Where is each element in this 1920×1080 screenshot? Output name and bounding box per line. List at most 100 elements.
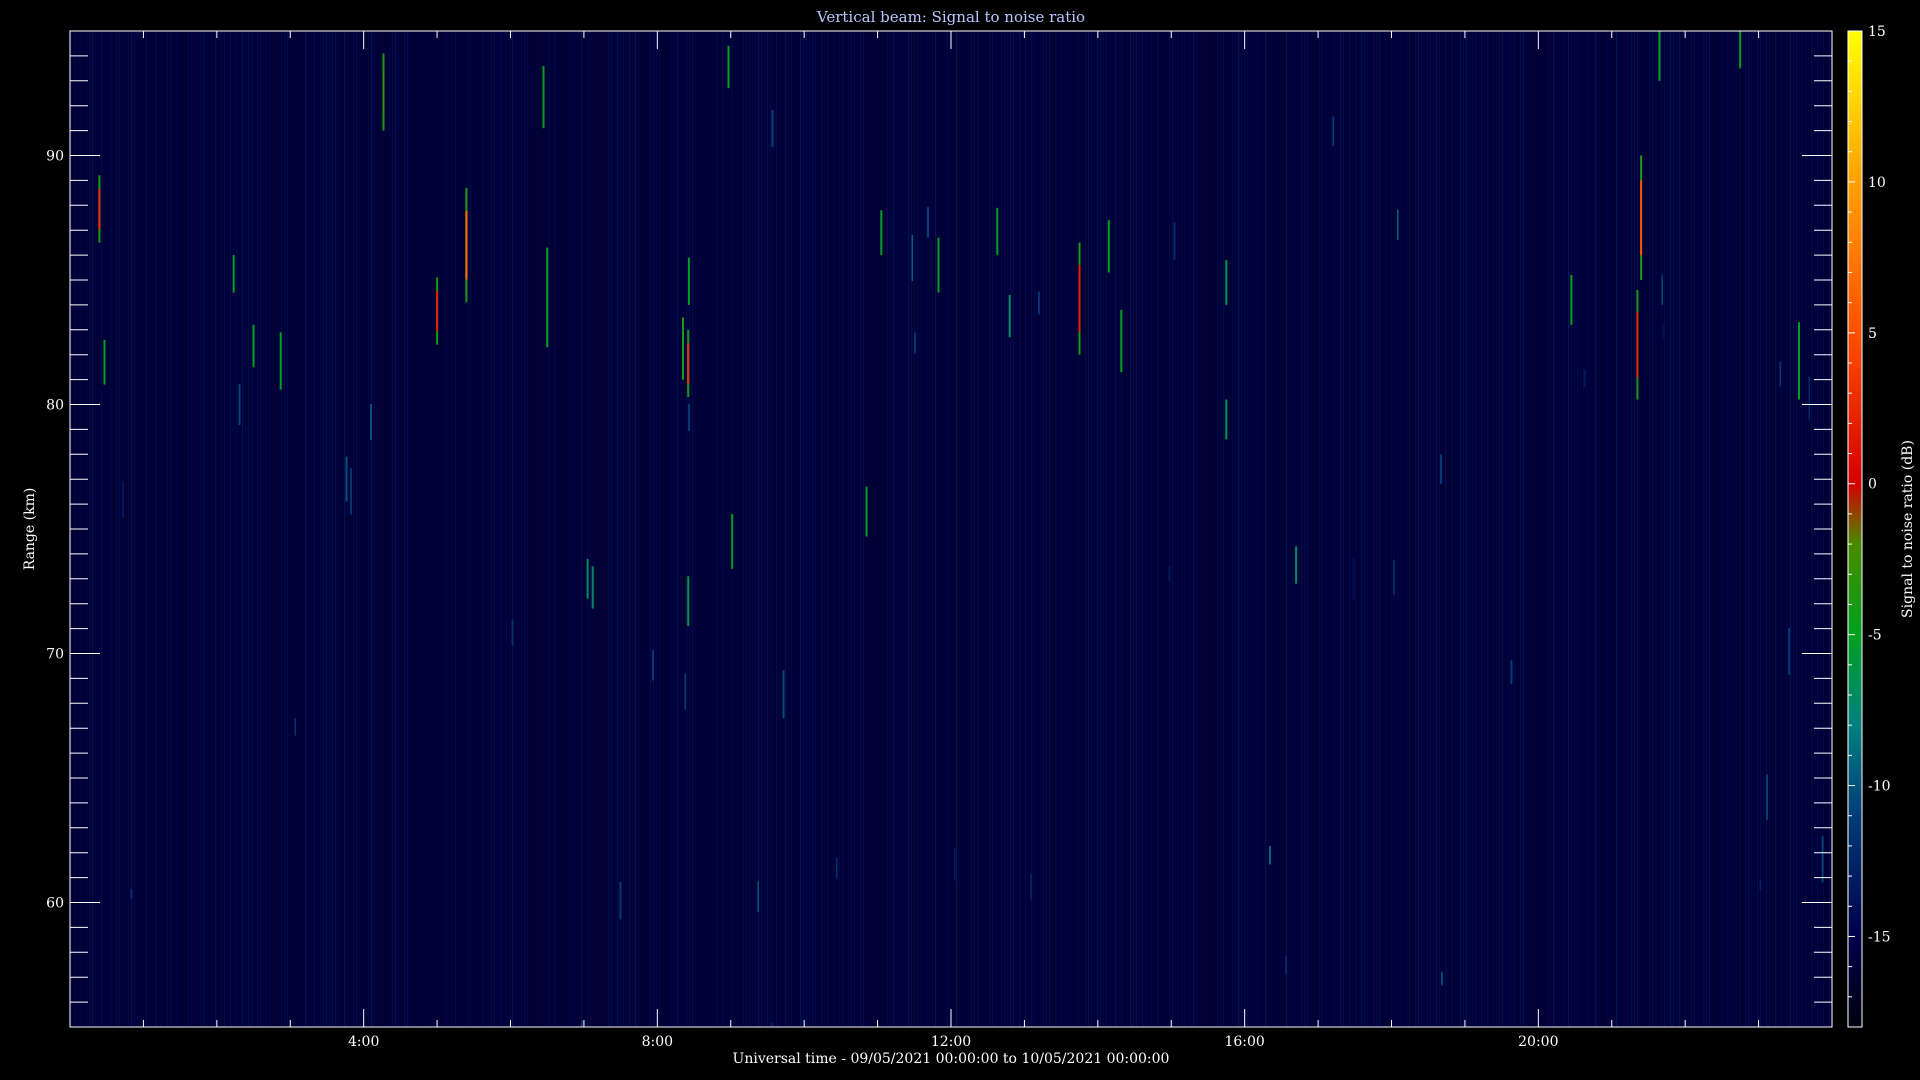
noise-column	[1496, 31, 1498, 1027]
noise-speckle	[1583, 369, 1586, 387]
noise-column	[89, 31, 91, 1027]
noise-column	[1343, 31, 1345, 1027]
noise-column	[278, 31, 280, 1027]
noise-column	[1418, 31, 1420, 1027]
noise-column	[1661, 31, 1663, 1027]
noise-speckle	[911, 235, 913, 281]
echo-streak	[546, 247, 549, 348]
noise-column	[1454, 31, 1456, 1027]
noise-column	[1718, 31, 1720, 1027]
colorbar-tick-label: 5	[1868, 326, 1877, 342]
noise-column	[524, 31, 526, 1027]
noise-column	[632, 31, 634, 1027]
noise-column	[782, 31, 784, 1027]
noise-column	[251, 31, 253, 1027]
noise-column	[875, 31, 877, 1027]
noise-column	[1082, 31, 1084, 1027]
noise-column	[644, 31, 646, 1027]
noise-column	[1154, 31, 1156, 1027]
noise-column	[500, 31, 502, 1027]
noise-column	[1322, 31, 1324, 1027]
noise-column	[1340, 31, 1342, 1027]
noise-column	[773, 31, 775, 1027]
noise-column	[284, 31, 286, 1027]
noise-column	[1292, 31, 1294, 1027]
noise-column	[662, 31, 664, 1027]
noise-column	[1676, 31, 1678, 1027]
noise-column	[803, 31, 805, 1027]
noise-column	[1781, 31, 1783, 1027]
noise-column	[1598, 31, 1600, 1027]
noise-column	[296, 31, 298, 1027]
y-tick-label: 70	[46, 647, 64, 663]
noise-column	[1445, 31, 1447, 1027]
noise-speckle	[771, 110, 774, 147]
colorbar-tick-label: 0	[1868, 477, 1877, 493]
noise-speckle	[581, 1021, 583, 1027]
noise-column	[1298, 31, 1300, 1027]
echo-streak	[436, 277, 439, 345]
noise-column	[1460, 31, 1462, 1027]
noise-column	[788, 31, 790, 1027]
echo-streak	[1078, 242, 1081, 355]
noise-column	[1349, 31, 1351, 1027]
echo-envelope	[1008, 294, 1011, 338]
echo-streak	[687, 329, 690, 397]
x-tick-label: 20:00	[1518, 1034, 1558, 1050]
noise-column	[857, 31, 859, 1027]
noise-column	[1010, 31, 1012, 1027]
noise-column	[791, 31, 793, 1027]
noise-speckle	[1663, 322, 1665, 340]
noise-column	[1034, 31, 1036, 1027]
noise-column	[1778, 31, 1780, 1027]
noise-column	[353, 31, 355, 1027]
noise-column	[1514, 31, 1516, 1027]
noise-speckle	[581, 1021, 583, 1027]
noise-column	[521, 31, 523, 1027]
noise-column	[257, 31, 259, 1027]
noise-speckle	[122, 481, 124, 518]
noise-column	[1040, 31, 1042, 1027]
noise-column	[116, 31, 118, 1027]
echo-envelope	[687, 576, 690, 627]
echo-core	[1078, 265, 1081, 333]
noise-column	[1256, 31, 1258, 1027]
echo-streak	[98, 175, 101, 243]
noise-column	[821, 31, 823, 1027]
noise-column	[1265, 31, 1267, 1027]
noise-column	[419, 31, 421, 1027]
noise-column	[167, 31, 169, 1027]
noise-column	[746, 31, 748, 1027]
noise-column	[893, 31, 895, 1027]
echo-streak	[731, 514, 734, 569]
echo-streak	[1225, 399, 1228, 440]
noise-column	[155, 31, 157, 1027]
noise-column	[1019, 31, 1021, 1027]
echo-streak	[1570, 275, 1573, 325]
noise-column	[1328, 31, 1330, 1027]
noise-column	[1163, 31, 1165, 1027]
noise-column	[1652, 31, 1654, 1027]
noise-column	[1016, 31, 1018, 1027]
noise-column	[947, 31, 949, 1027]
noise-speckle	[782, 670, 785, 719]
x-axis-label: Universal time - 09/05/2021 00:00:00 to …	[733, 1051, 1170, 1067]
noise-speckle	[581, 1021, 583, 1027]
noise-column	[716, 31, 718, 1027]
noise-column	[485, 31, 487, 1027]
noise-column	[1466, 31, 1468, 1027]
noise-column	[1247, 31, 1249, 1027]
noise-column	[959, 31, 961, 1027]
noise-column	[1538, 31, 1540, 1027]
noise-column	[287, 31, 289, 1027]
noise-column	[755, 31, 757, 1027]
noise-column	[1553, 31, 1555, 1027]
noise-column	[1490, 31, 1492, 1027]
noise-column	[197, 31, 199, 1027]
noise-column	[491, 31, 493, 1027]
noise-column	[1115, 31, 1117, 1027]
noise-column	[479, 31, 481, 1027]
y-axis-label: Range (km)	[22, 488, 38, 571]
echo-envelope	[1225, 399, 1228, 440]
noise-column	[674, 31, 676, 1027]
